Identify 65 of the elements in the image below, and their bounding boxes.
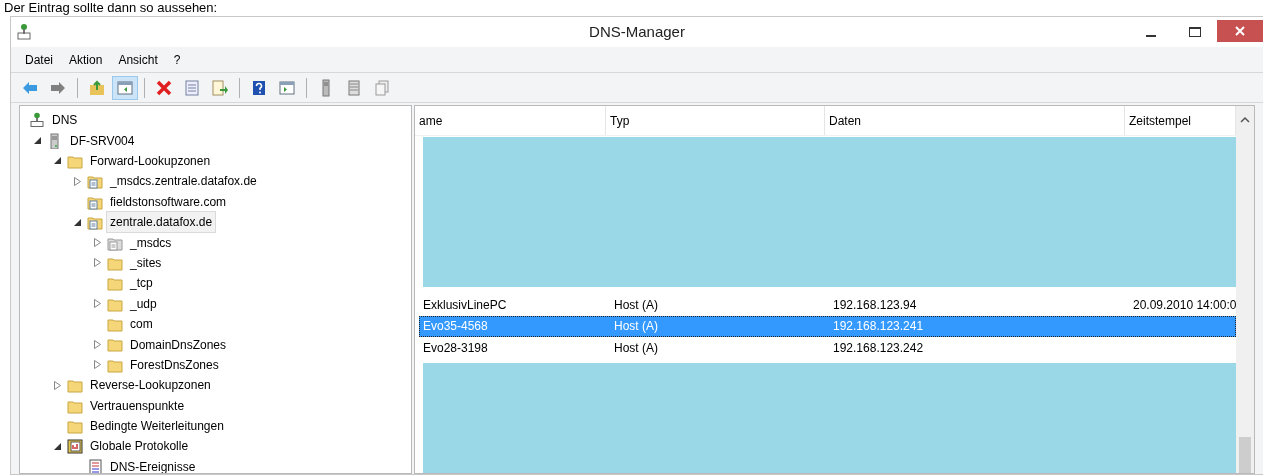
tree-item[interactable]: _sites (126, 251, 166, 274)
log-book-icon (67, 438, 83, 455)
folder-icon (107, 336, 123, 353)
network-icon (17, 23, 31, 42)
column-header[interactable]: ame (415, 106, 606, 135)
list-icon (345, 78, 363, 97)
help-icon (250, 78, 268, 97)
tree-item[interactable]: _msdcs (126, 231, 176, 254)
folder-icon (107, 316, 123, 333)
list-row[interactable]: ExklusivLinePC Host (A) 192.168.123.94 20.09.2010 14:00:0 (419, 294, 1236, 316)
table-cell-text: Host (A) (613, 339, 659, 357)
table-cell-text: Evo35-4568 (422, 318, 489, 336)
tree-item[interactable]: Vertrauenspunkte (86, 394, 189, 417)
table-cell-text: 192.168.123.241 (832, 318, 925, 336)
tree-item[interactable]: Forward-Lookupzonen (86, 150, 215, 172)
close-icon (1235, 26, 1245, 36)
folder-icon (107, 275, 123, 292)
tree-item[interactable]: DomainDnsZones (126, 333, 231, 356)
properties-icon (183, 78, 201, 97)
tree-item[interactable]: ForestDnsZones (126, 353, 223, 376)
action-pane-icon (278, 78, 296, 97)
maximize-icon (1189, 27, 1201, 37)
menu-item[interactable]: Aktion (63, 49, 109, 70)
folder-icon (67, 377, 83, 394)
export-list-icon (211, 78, 229, 97)
column-header[interactable]: Daten (825, 106, 1125, 135)
tree-item[interactable]: DNS (48, 109, 82, 132)
menu-item[interactable]: Datei (19, 49, 59, 70)
table-cell-text: 20.09.2010 14:00:0 (1132, 296, 1236, 314)
table-cell-text: 192.168.123.94 (832, 296, 918, 314)
zone-folder-icon (87, 214, 103, 231)
tree-item[interactable]: DNS-Ereignisse (106, 455, 200, 473)
copy-icon (373, 78, 391, 97)
zone-folder-icon (87, 173, 103, 190)
minimize-icon (1146, 35, 1156, 37)
list-row[interactable]: Evo28-3198 Host (A) 192.168.123.242 (419, 337, 1236, 359)
tree-item[interactable]: com (126, 313, 157, 336)
scrollbar-thumb[interactable] (1239, 437, 1251, 473)
table-cell-text: Evo28-3198 (422, 339, 489, 357)
tree-item[interactable]: Globale Protokolle (86, 435, 193, 458)
tree-item[interactable]: DF-SRV004 (66, 129, 139, 152)
table-cell-text: 192.168.123.242 (832, 339, 925, 357)
vertical-scrollbar[interactable] (1236, 106, 1254, 473)
tree-item[interactable]: Bedingte Weiterleitungen (86, 415, 228, 438)
table-cell-text: Host (A) (613, 296, 659, 314)
table-cell-text: ExklusivLinePC (422, 296, 508, 314)
delete-icon (155, 78, 173, 97)
tree-item[interactable]: _msdcs.zentrale.datafox.de (106, 170, 261, 193)
menu-item[interactable]: Ansicht (112, 49, 164, 70)
close-button[interactable] (1217, 20, 1263, 42)
window-title: DNS-Manager (589, 21, 685, 42)
tree-item[interactable]: _udp (126, 292, 161, 315)
tree-pane-icon (116, 78, 134, 97)
tree-item[interactable]: zentrale.datafox.de (106, 211, 217, 234)
folder-up-icon (88, 78, 106, 97)
tree-item[interactable]: _tcp (126, 272, 157, 295)
table-cell-text: Host (A) (613, 318, 659, 336)
column-header[interactable]: Typ (606, 106, 825, 135)
tree-pane-button[interactable] (112, 75, 138, 100)
folder-icon (67, 418, 83, 435)
menu-item[interactable]: ? (167, 49, 187, 70)
caption-text: Der Eintrag sollte dann so aussehen: (3, 0, 219, 16)
tree-item[interactable]: fieldstonsoftware.com (106, 190, 231, 213)
network-icon (29, 112, 45, 129)
tree-item[interactable]: Reverse-Lookupzonen (86, 374, 215, 397)
